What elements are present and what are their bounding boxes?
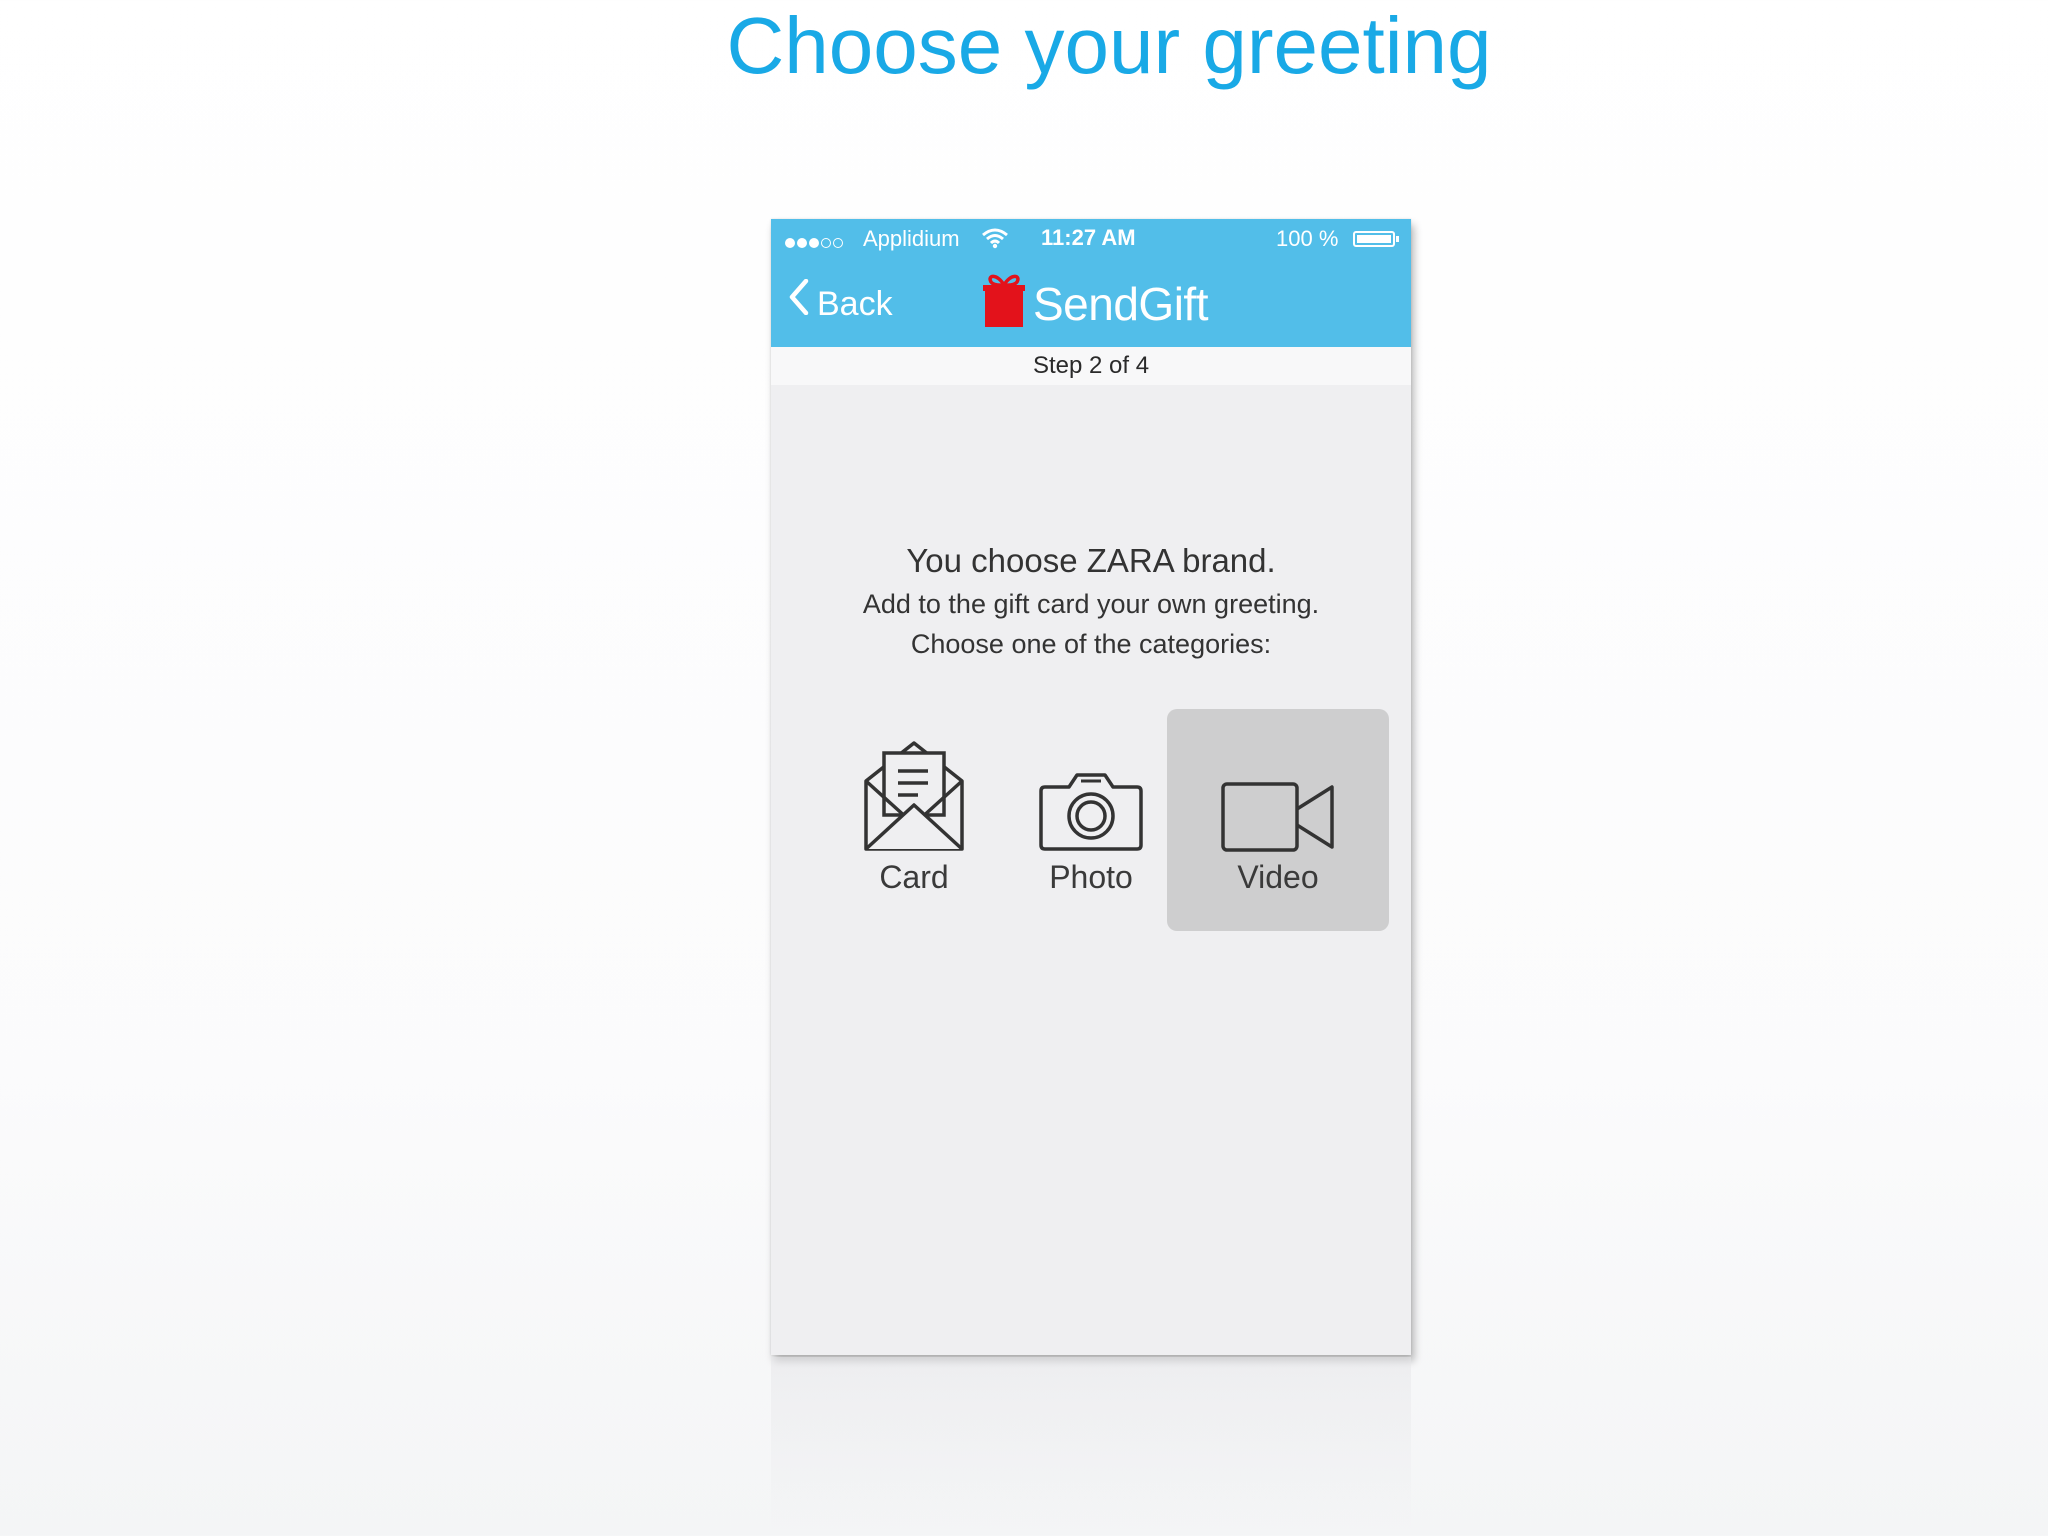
- battery-icon: [1353, 231, 1395, 247]
- back-button[interactable]: Back: [789, 277, 893, 327]
- message-line-1: Add to the gift card your own greeting.: [862, 589, 1320, 619]
- status-bar: Applidium 11:27 AM 100 %: [771, 219, 1411, 259]
- chevron-left-icon: [789, 278, 809, 329]
- video-camera-icon: [1167, 781, 1389, 858]
- option-label: Video: [1237, 859, 1319, 895]
- navigation-bar: Back SendGift: [771, 259, 1411, 347]
- signal-strength-icon: [785, 229, 845, 255]
- message-title: You choose ZARA brand.: [906, 542, 1276, 579]
- step-indicator: Step 2 of 4: [771, 347, 1411, 385]
- back-label: Back: [817, 285, 893, 324]
- slide-title: Choose your greeting: [726, 1, 1492, 90]
- carrier-name: Applidium: [863, 226, 960, 251]
- screen-reflection: [771, 1357, 1411, 1536]
- message-line-2: Choose one of the categories:: [910, 629, 1272, 659]
- battery-tip: [1396, 236, 1399, 242]
- phone-screen: Applidium 11:27 AM 100 % Back SendGift S…: [771, 219, 1411, 1355]
- app-name: SendGift: [1033, 278, 1209, 330]
- wifi-icon: [981, 227, 1009, 255]
- option-video[interactable]: Video: [1167, 709, 1389, 931]
- instructions: You choose ZARA brand. Add to the gift c…: [771, 538, 1411, 664]
- status-time: 11:27 AM: [1041, 225, 1136, 250]
- gift-icon: [983, 271, 1025, 334]
- battery-percentage: 100 %: [1276, 226, 1339, 251]
- battery-level: [1357, 235, 1391, 243]
